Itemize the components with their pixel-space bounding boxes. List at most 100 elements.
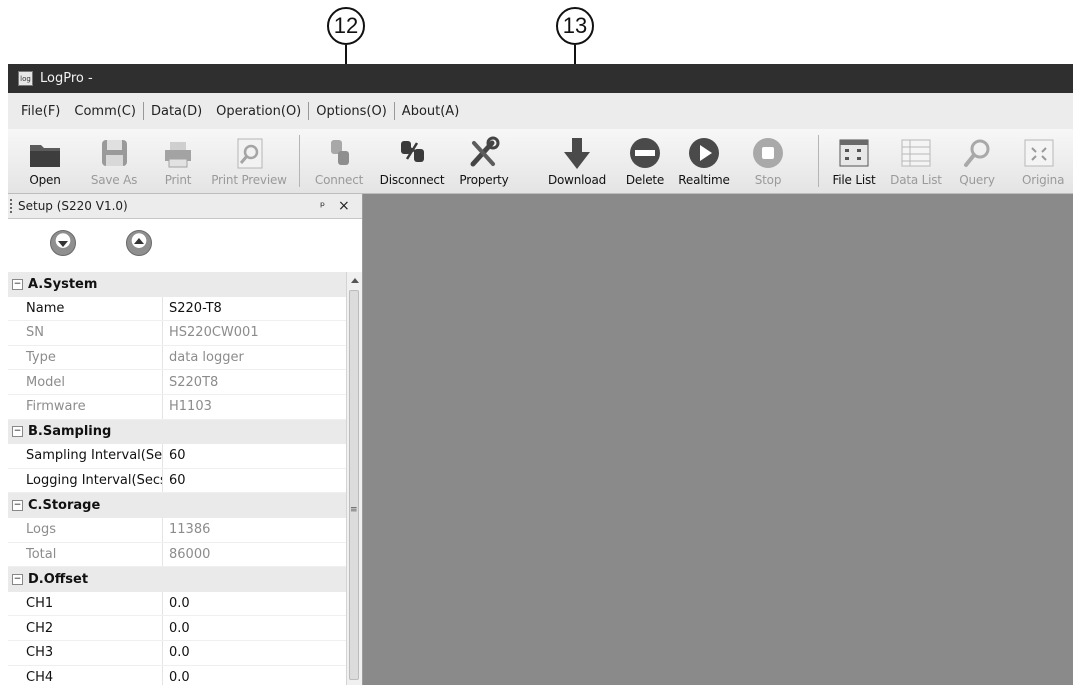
property-key: Model <box>8 370 163 394</box>
property-row[interactable]: Type data logger <box>8 345 346 371</box>
property-row[interactable]: Firmware H1103 <box>8 394 346 420</box>
save-as-label: Save As <box>90 173 138 187</box>
download-button[interactable]: Download <box>539 131 615 189</box>
data-list-button[interactable]: Data List <box>886 131 946 189</box>
property-button[interactable]: Property <box>452 131 516 189</box>
property-label: Property <box>459 173 509 187</box>
callout-13-label: 13 <box>556 7 594 45</box>
property-row[interactable]: Logs 11386 <box>8 517 346 543</box>
category-label: D.Offset <box>28 571 89 587</box>
connect-label: Connect <box>314 173 364 187</box>
category-system[interactable]: − A.System <box>8 272 346 297</box>
title-bar: log LogPro - <box>8 64 1073 93</box>
property-row[interactable]: Total 86000 <box>8 542 346 568</box>
property-value: 0.0 <box>169 669 190 685</box>
menu-bar: File(F) Comm(C) Data(D) Operation(O) Opt… <box>8 93 1073 129</box>
menu-data[interactable]: Data(D) <box>144 104 209 119</box>
property-key: Total <box>8 542 163 567</box>
print-preview-label: Print Preview <box>211 173 287 187</box>
property-value: 0.0 <box>169 596 190 612</box>
connect-icon <box>331 140 349 165</box>
close-icon[interactable]: × <box>338 194 350 218</box>
stop-label: Stop <box>754 173 782 187</box>
file-list-button[interactable]: File List <box>826 131 882 189</box>
file-list-icon <box>839 139 869 167</box>
collapse-icon[interactable]: − <box>12 426 23 438</box>
property-key: Firmware <box>8 394 163 419</box>
property-row[interactable]: CH2 0.0 <box>8 616 346 641</box>
collapse-icon[interactable]: − <box>12 500 23 512</box>
property-key: Name <box>8 296 163 321</box>
realtime-label: Realtime <box>678 173 730 187</box>
save-icon <box>102 140 127 166</box>
menu-comm[interactable]: Comm(C) <box>67 104 143 119</box>
property-row[interactable]: CH4 0.0 <box>8 665 346 685</box>
download-icon <box>564 138 590 169</box>
property-row[interactable]: Name S220-T8 <box>8 296 346 322</box>
save-as-button[interactable]: Save As <box>84 131 144 189</box>
property-grid: − A.System Name S220-T8 SN HS220CW001 Type d… <box>8 272 346 685</box>
menu-operation[interactable]: Operation(O) <box>209 104 308 119</box>
disconnect-label: Disconnect <box>379 173 445 187</box>
property-key: Logging Interval(Secs) <box>8 468 163 493</box>
toolbar-separator <box>299 135 300 187</box>
delete-label: Delete <box>625 173 665 187</box>
category-offset[interactable]: − D.Offset <box>8 567 346 592</box>
stop-button[interactable]: Stop <box>748 131 788 189</box>
pin-icon[interactable]: ᵖ <box>320 194 325 218</box>
disconnect-button[interactable]: Disconnect <box>374 131 450 189</box>
print-button[interactable]: Print <box>158 131 198 189</box>
realtime-button[interactable]: Realtime <box>674 131 734 189</box>
original-icon <box>1024 139 1054 167</box>
disconnect-icon <box>401 141 424 162</box>
open-button[interactable]: Open <box>20 131 70 189</box>
property-row[interactable]: CH1 0.0 <box>8 591 346 617</box>
print-icon <box>165 142 191 168</box>
scroll-up-icon[interactable] <box>351 278 359 283</box>
property-value: 60 <box>169 448 186 464</box>
scroll-thumb[interactable] <box>349 290 359 680</box>
data-list-label: Data List <box>890 173 942 187</box>
read-settings-icon[interactable] <box>50 230 76 256</box>
property-value: 86000 <box>169 546 211 562</box>
category-label: C.Storage <box>28 498 101 514</box>
property-row[interactable]: Logging Interval(Secs) 60 <box>8 468 346 494</box>
collapse-icon[interactable]: − <box>12 278 23 290</box>
original-button[interactable]: Origina <box>1008 131 1070 189</box>
property-row[interactable]: SN HS220CW001 <box>8 321 346 346</box>
app-window: log LogPro - File(F) Comm(C) Data(D) Ope… <box>8 64 1073 685</box>
menu-file[interactable]: File(F) <box>8 104 67 119</box>
setup-panel: Setup (S220 V1.0) ᵖ × − A.System Name S220… <box>8 194 363 685</box>
file-list-label: File List <box>832 173 876 187</box>
category-storage[interactable]: − C.Storage <box>8 493 346 518</box>
category-label: A.System <box>28 276 98 292</box>
panel-grip[interactable] <box>10 199 14 213</box>
collapse-icon[interactable]: − <box>12 573 23 585</box>
connect-button[interactable]: Connect <box>304 131 374 189</box>
property-grid-scrollbar[interactable]: ≡ <box>346 272 362 685</box>
window-title: LogPro - <box>40 71 93 86</box>
write-settings-icon[interactable] <box>126 230 152 256</box>
property-key: SN <box>8 321 163 345</box>
toolbar-separator <box>818 135 819 187</box>
property-value: S220-T8 <box>169 300 222 316</box>
category-sampling[interactable]: − B.Sampling <box>8 419 346 445</box>
property-key: CH4 <box>8 665 163 685</box>
property-row[interactable]: Sampling Interval(Secs 60 <box>8 444 346 469</box>
delete-icon <box>630 138 660 168</box>
property-value: 0.0 <box>169 645 190 661</box>
property-row[interactable]: CH3 0.0 <box>8 640 346 666</box>
data-list-icon <box>901 139 931 167</box>
property-icon <box>470 136 500 167</box>
realtime-icon <box>689 138 719 168</box>
property-key: CH2 <box>8 616 163 640</box>
menu-about[interactable]: About(A) <box>395 104 466 119</box>
property-row[interactable]: Model S220T8 <box>8 370 346 395</box>
property-value: 60 <box>169 473 186 489</box>
print-preview-button[interactable]: Print Preview <box>204 131 294 189</box>
menu-options[interactable]: Options(O) <box>309 104 394 119</box>
query-button[interactable]: Query <box>952 131 1002 189</box>
download-label: Download <box>547 173 607 187</box>
delete-button[interactable]: Delete <box>620 131 670 189</box>
setup-panel-header: Setup (S220 V1.0) ᵖ × <box>8 194 362 219</box>
